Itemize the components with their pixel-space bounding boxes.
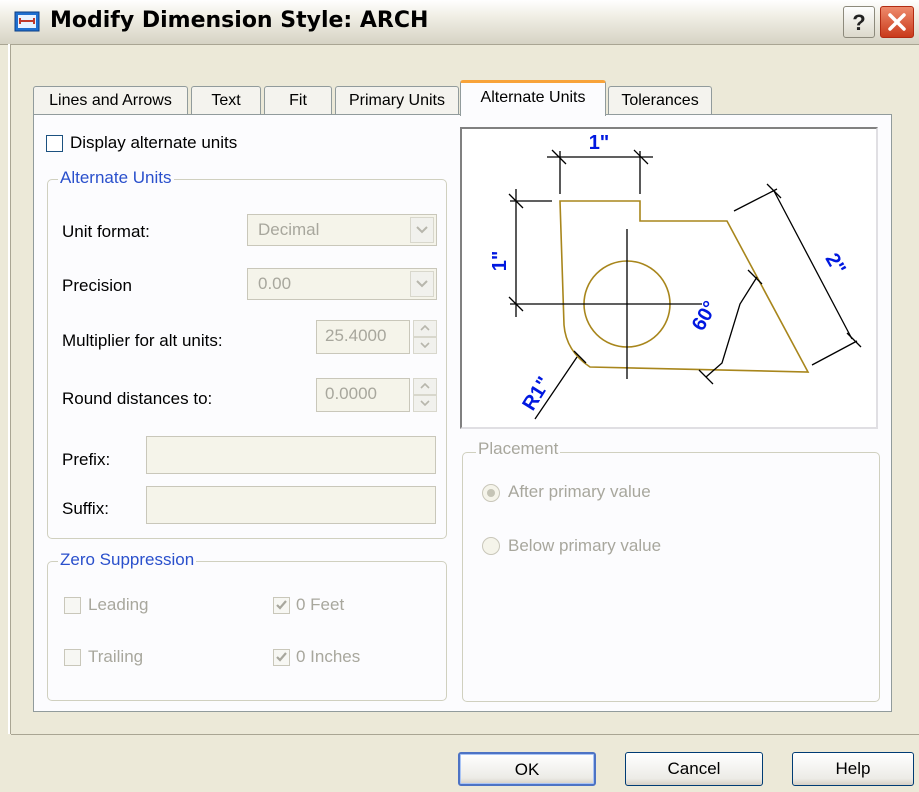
after-primary-radio[interactable] xyxy=(482,484,500,502)
modify-dimension-style-dialog: Modify Dimension Style: ARCH ? Lines and… xyxy=(0,0,919,792)
below-primary-radio[interactable] xyxy=(482,537,500,555)
zero-inches-label: 0 Inches xyxy=(296,647,361,666)
zero-suppression-group-title: Zero Suppression xyxy=(58,550,197,570)
trailing-label: Trailing xyxy=(88,647,144,666)
below-primary-label: Below primary value xyxy=(508,536,662,555)
multiplier-input[interactable]: 25.4000 xyxy=(316,320,410,354)
alternate-units-group-title: Alternate Units xyxy=(58,168,174,188)
trailing-checkbox[interactable] xyxy=(64,649,81,666)
display-alt-units-label: Display alternate units xyxy=(70,133,238,152)
close-icon xyxy=(888,13,906,31)
unit-format-label: Unit format: xyxy=(62,222,150,241)
zero-suppression-group xyxy=(47,561,447,701)
window-title: Modify Dimension Style: ARCH xyxy=(50,8,429,33)
spin-down-icon[interactable] xyxy=(413,337,437,354)
unit-format-select[interactable]: Decimal xyxy=(247,214,437,246)
tab-lines-and-arrows[interactable]: Lines and Arrows xyxy=(33,86,188,114)
tab-text[interactable]: Text xyxy=(191,86,261,114)
cancel-button[interactable]: Cancel xyxy=(625,752,763,786)
tab-primary-units[interactable]: Primary Units xyxy=(335,86,459,114)
precision-select[interactable]: 0.00 xyxy=(247,268,437,300)
chevron-down-icon[interactable] xyxy=(410,217,434,243)
dimension-style-icon xyxy=(14,9,40,33)
unit-format-value: Decimal xyxy=(258,220,320,239)
multiplier-spinner[interactable] xyxy=(413,320,439,354)
round-distances-input[interactable]: 0.0000 xyxy=(316,378,410,412)
tab-tolerances[interactable]: Tolerances xyxy=(608,86,712,114)
zero-feet-label: 0 Feet xyxy=(296,595,345,614)
suffix-label: Suffix: xyxy=(62,499,109,518)
chevron-down-icon[interactable] xyxy=(410,271,434,297)
tab-alternate-units[interactable]: Alternate Units xyxy=(460,80,606,116)
preview-dimensions xyxy=(508,149,862,420)
check-icon xyxy=(276,600,287,610)
leading-checkbox[interactable] xyxy=(64,597,81,614)
preview-dim-angle: 60° xyxy=(688,297,722,334)
round-distances-spinner[interactable] xyxy=(413,378,439,412)
ok-button[interactable]: OK xyxy=(458,752,596,786)
prefix-label: Prefix: xyxy=(62,450,111,469)
after-primary-label: After primary value xyxy=(508,482,651,501)
preview-dim-left: 1" xyxy=(489,251,511,272)
spin-up-icon[interactable] xyxy=(413,378,437,395)
placement-group-title: Placement xyxy=(476,439,561,459)
zero-feet-checkbox[interactable] xyxy=(273,597,290,614)
tab-fit[interactable]: Fit xyxy=(264,86,332,114)
preview-geometry xyxy=(559,200,810,373)
help-button[interactable]: Help xyxy=(792,752,914,786)
prefix-input[interactable] xyxy=(146,436,436,474)
check-icon xyxy=(276,652,287,662)
spin-down-icon[interactable] xyxy=(413,395,437,412)
preview-dim-top: 1" xyxy=(589,132,610,154)
multiplier-label: Multiplier for alt units: xyxy=(62,331,223,350)
preview-dim-radius: R1" xyxy=(518,373,555,414)
preview-pane: 1" 1" 2" 60° R1" xyxy=(460,127,878,429)
zero-inches-checkbox[interactable] xyxy=(273,649,290,666)
suffix-input[interactable] xyxy=(146,486,436,524)
preview-drawing: 1" 1" 2" 60° R1" xyxy=(489,132,862,420)
close-button[interactable] xyxy=(880,6,914,38)
frame-edge-shadow xyxy=(10,44,11,734)
preview-dim-right: 2" xyxy=(821,250,850,279)
precision-label: Precision xyxy=(62,276,132,295)
precision-value: 0.00 xyxy=(258,274,292,293)
leading-label: Leading xyxy=(88,595,149,614)
frame-bottom-edge xyxy=(11,734,919,735)
round-distances-label: Round distances to: xyxy=(62,389,213,408)
title-bar[interactable]: Modify Dimension Style: ARCH ? xyxy=(0,0,919,45)
radio-dot-icon xyxy=(487,489,495,497)
display-alt-units-checkbox[interactable] xyxy=(46,135,63,152)
spin-up-icon[interactable] xyxy=(413,320,437,337)
help-icon: ? xyxy=(852,10,866,35)
help-title-button[interactable]: ? xyxy=(843,6,875,38)
